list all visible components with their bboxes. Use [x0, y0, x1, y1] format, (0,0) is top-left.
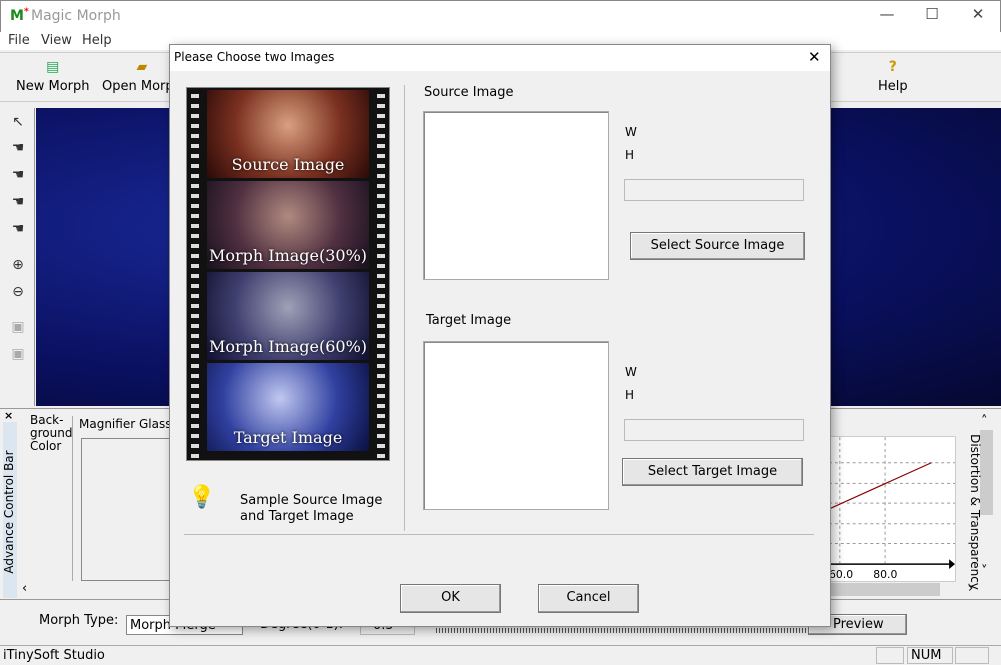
sample-description: Sample Source Image and Target Image — [240, 493, 383, 524]
divider — [184, 534, 814, 535]
sample-film-strip: Source Image Morph Image(30%) Morph Imag… — [186, 87, 390, 461]
background-color-label[interactable]: Back- ground Color — [30, 414, 72, 453]
x-tick-label: 80.0 — [873, 568, 897, 581]
maximize-button[interactable]: ☐ — [912, 5, 952, 23]
close-button[interactable]: ✕ — [958, 5, 998, 23]
scroll-thumb[interactable] — [830, 583, 940, 596]
menu-file[interactable]: File — [8, 33, 30, 48]
magnifier-view — [81, 438, 171, 581]
source-path-field[interactable] — [624, 179, 804, 201]
target-image-preview — [423, 341, 609, 510]
source-image-preview — [423, 111, 609, 280]
tool-disabled-2-icon: ▣ — [11, 346, 25, 362]
zoom-in-icon[interactable]: ⊕ — [8, 257, 28, 277]
target-width-label: W — [625, 365, 637, 379]
tool-palette: ↖ ☚ ☚ ☚ ☚ ⊕ ⊖ ▣ ▣ — [0, 108, 35, 406]
cancel-button[interactable]: Cancel — [538, 584, 639, 613]
source-height-label: H — [625, 148, 635, 162]
status-bar — [0, 645, 1001, 665]
distortion-transparency-label: Distortion & Transparency — [968, 434, 982, 590]
dialog-close-button[interactable]: ✕ — [808, 48, 821, 66]
distortion-curve — [829, 462, 932, 510]
app-title: Magic Morph — [31, 8, 121, 24]
morph-type-label: Morph Type: — [39, 613, 119, 628]
advance-control-bar-label: Advance Control Bar — [2, 450, 16, 574]
menu-view[interactable]: View — [41, 33, 72, 48]
hand-add-icon[interactable]: ☚ — [8, 140, 28, 160]
menu-help[interactable]: Help — [82, 33, 112, 48]
status-box — [876, 647, 904, 664]
source-width-label: W — [625, 125, 637, 139]
pointer-icon[interactable]: ↖ — [8, 114, 28, 134]
lightbulb-icon: 💡 — [188, 485, 216, 510]
film-frame: Morph Image(60%) — [207, 272, 369, 360]
scroll-left-icon[interactable]: ‹ — [22, 581, 27, 596]
film-frame: Source Image — [207, 90, 369, 178]
new-document-icon: ▤ — [46, 59, 60, 75]
hand-curve-icon[interactable]: ☚ — [8, 221, 28, 241]
status-box — [955, 647, 989, 664]
app-logo-icon: M* — [10, 7, 29, 24]
film-frame: Morph Image(30%) — [207, 181, 369, 269]
choose-images-dialog: Please Choose two Images ✕ Source Image … — [169, 44, 831, 627]
num-lock-indicator: NUM — [907, 647, 953, 664]
status-text: iTinySoft Studio — [3, 648, 105, 663]
help-label: Help — [878, 79, 908, 94]
source-image-label: Source Image — [424, 85, 514, 100]
select-target-button[interactable]: Select Target Image — [622, 458, 803, 486]
ok-button[interactable]: OK — [400, 584, 501, 613]
help-button[interactable]: ? Help — [878, 59, 908, 94]
distortion-graph[interactable]: 60.0 80.0 — [828, 436, 956, 582]
target-height-label: H — [625, 388, 635, 402]
degree-slider[interactable] — [436, 628, 816, 633]
film-frame: Target Image — [207, 363, 369, 451]
select-source-button[interactable]: Select Source Image — [630, 232, 805, 260]
help-icon: ? — [888, 59, 897, 75]
target-path-field[interactable] — [624, 419, 804, 441]
target-image-label: Target Image — [426, 313, 512, 328]
new-morph-label: New Morph — [16, 79, 90, 94]
tool-disabled-1-icon: ▣ — [11, 319, 25, 335]
divider — [404, 85, 405, 531]
dialog-title-bar: Please Choose two Images ✕ — [170, 45, 830, 71]
minimize-button[interactable]: — — [867, 5, 907, 23]
zoom-out-icon[interactable]: ⊖ — [8, 284, 28, 304]
panel-close-button[interactable]: × — [4, 409, 13, 422]
hand-move-icon[interactable]: ☚ — [8, 167, 28, 187]
title-bar: M* Magic Morph — ☐ ✕ — [0, 0, 1001, 32]
hand-remove-icon[interactable]: ☚ — [8, 194, 28, 214]
divider — [72, 416, 73, 582]
new-morph-button[interactable]: ▤ New Morph — [16, 59, 90, 94]
magnifier-label: Magnifier Glass — [79, 417, 172, 431]
x-tick-label: 60.0 — [829, 568, 853, 581]
dialog-title: Please Choose two Images — [174, 50, 335, 64]
